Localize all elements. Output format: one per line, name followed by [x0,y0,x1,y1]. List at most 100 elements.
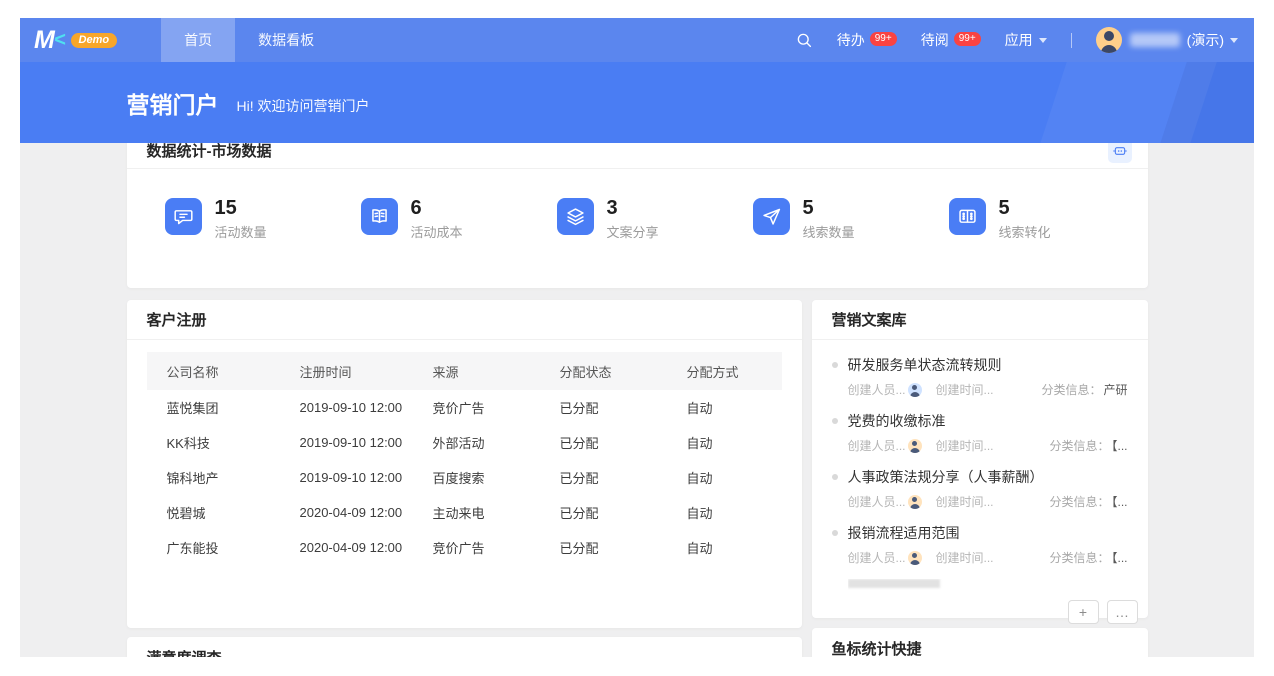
add-button[interactable]: + [1068,600,1099,624]
category-label: 分类信息： [1049,495,1109,509]
cell-time: 2019-09-10 12:00 [280,400,413,415]
welcome-message: Hi! 欢迎访问营销门户 [237,89,370,116]
chevron-down-icon [1230,38,1238,43]
stat-value: 6 [411,198,463,219]
category-label: 分类信息： [1049,439,1109,453]
cell-method: 自动 [667,468,782,487]
cell-status: 已分配 [540,503,667,522]
to-read-label: 待阅 [921,30,949,50]
todo-label: 待办 [837,30,865,50]
list-item: 研发服务单状态流转规则 创建人员... 创建时间... 分类信息：产研 [832,355,1128,398]
document-link[interactable]: 研发服务单状态流转规则 [848,355,1128,375]
stat-activity-count: 15 活动数量 [165,198,361,241]
cell-status: 已分配 [540,433,667,452]
customer-register-card: 客户注册 公司名称 注册时间 来源 分配状态 分配方式 蓝悦集团 [127,300,802,628]
search-icon [795,31,813,49]
column-header: 注册时间 [280,362,413,381]
camera-button[interactable] [1108,143,1132,163]
tab-data-dashboard[interactable]: 数据看板 [235,18,337,62]
main-content: 数据统计-市场数据 [20,143,1254,657]
user-menu[interactable]: (演示) [1096,27,1238,53]
cell-company: 锦科地产 [147,468,280,487]
cell-company: 蓝悦集团 [147,398,280,417]
todo-count-badge: 99+ [870,32,897,46]
create-time-label: 创建时间... [936,549,994,566]
stats-card: 数据统计-市场数据 [127,143,1148,288]
creator-avatar [908,495,922,509]
cell-status: 已分配 [540,398,667,417]
document-link[interactable]: 报销流程适用范围 [848,523,1128,543]
cell-source: 外部活动 [413,433,540,452]
cell-time: 2019-09-10 12:00 [280,470,413,485]
category-value: 【... [1111,495,1127,509]
category-label: 分类信息： [1041,383,1101,397]
table-row: 蓝悦集团 2019-09-10 12:00 竞价广告 已分配 自动 [147,390,782,425]
send-icon [753,198,790,235]
bullet-dot-icon [832,530,838,536]
stat-label: 活动成本 [411,222,463,241]
navbar-right: 待办 99+ 待阅 99+ 应用 (演示) [795,27,1254,53]
stat-label: 活动数量 [215,222,267,241]
document-link[interactable]: 人事政策法规分享（人事薪酬） [848,467,1128,487]
user-demo-suffix: (演示) [1187,30,1224,50]
category-label: 分类信息： [1049,551,1109,565]
stat-activity-cost: 6 活动成本 [361,198,557,241]
demo-badge: Demo [71,33,118,48]
creator-label: 创建人员... [848,437,906,454]
customer-card-title: 客户注册 [147,309,207,330]
creator-avatar [908,383,922,397]
stat-value: 15 [215,198,267,219]
chat-icon [165,198,202,235]
cell-source: 竞价广告 [413,398,540,417]
stat-label: 文案分享 [607,222,659,241]
search-button[interactable] [795,31,813,49]
book-icon [361,198,398,235]
apps-label: 应用 [1005,30,1033,50]
cell-source: 主动来电 [413,503,540,522]
page-title: 营销门户 [127,86,219,120]
library-card-title: 营销文案库 [832,309,907,330]
creator-label: 创建人员... [848,381,906,398]
table-row: 锦科地产 2019-09-10 12:00 百度搜索 已分配 自动 [147,460,782,495]
tab-home[interactable]: 首页 [161,18,235,62]
brand-logo[interactable]: M < Demo [34,26,117,55]
creator-avatar [908,439,922,453]
creator-label: 创建人员... [848,549,906,566]
stat-value: 5 [999,198,1051,219]
top-navbar: M < Demo 首页 数据看板 待办 99+ 待阅 99+ [20,18,1254,62]
list-item: 报销流程适用范围 创建人员... 创建时间... 分类信息：【... [832,523,1128,566]
create-time-label: 创建时间... [936,493,994,510]
user-name-blurred [1130,33,1180,47]
stat-value: 5 [803,198,855,219]
document-link[interactable]: 党费的收缴标准 [848,411,1128,431]
create-time-label: 创建时间... [936,381,994,398]
bullet-dot-icon [832,362,838,368]
cell-company: 广东能投 [147,538,280,557]
column-header: 分配状态 [540,362,667,381]
cell-time: 2020-04-09 12:00 [280,540,413,555]
tab-home-label: 首页 [184,30,212,50]
todo-menu-item[interactable]: 待办 99+ [837,30,897,50]
table-row: KK科技 2019-09-10 12:00 外部活动 已分配 自动 [147,425,782,460]
cell-source: 竞价广告 [413,538,540,557]
camera-icon [1112,143,1128,159]
column-header: 来源 [413,362,540,381]
logo-mark: M [34,26,53,55]
cell-method: 自动 [667,538,782,557]
creator-label: 创建人员... [848,493,906,510]
user-avatar [1096,27,1122,53]
stat-lead-count: 5 线索数量 [753,198,949,241]
cell-method: 自动 [667,398,782,417]
to-read-menu-item[interactable]: 待阅 99+ [921,30,981,50]
clipped-list-item [848,579,1128,590]
stat-lead-conversion: 5 线索转化 [949,198,1145,241]
apps-menu-item[interactable]: 应用 [1005,30,1047,50]
cell-time: 2019-09-10 12:00 [280,435,413,450]
cell-method: 自动 [667,433,782,452]
more-button[interactable]: … [1107,600,1138,624]
customer-table: 公司名称 注册时间 来源 分配状态 分配方式 蓝悦集团 2019-09-10 1… [147,352,782,565]
cell-company: KK科技 [147,433,280,452]
tab-data-dashboard-label: 数据看板 [258,30,314,50]
cell-time: 2020-04-09 12:00 [280,505,413,520]
stats-card-title: 数据统计-市场数据 [147,143,272,161]
